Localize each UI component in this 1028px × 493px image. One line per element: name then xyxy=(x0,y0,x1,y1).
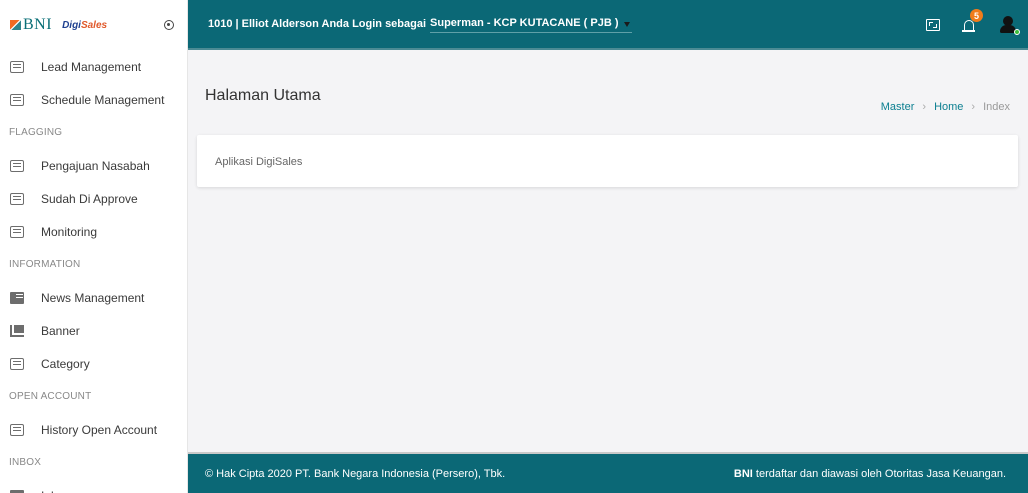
sidebar-item-news-management[interactable]: News Management xyxy=(0,281,187,314)
top-navbar: 1010 | Elliot Alderson Anda Login sebaga… xyxy=(188,0,1028,50)
sidebar-section-label: OPEN ACCOUNT xyxy=(9,391,92,402)
sidebar-item-banner[interactable]: Banner xyxy=(0,314,187,347)
sidebar-toggle-icon[interactable] xyxy=(164,20,174,30)
user-avatar[interactable] xyxy=(998,15,1020,35)
breadcrumb-master[interactable]: Master xyxy=(881,101,915,113)
digisales-logo-prefix: Digi xyxy=(62,19,81,31)
brand-header: BNI DigiSales xyxy=(0,0,187,50)
caret-down-icon xyxy=(624,21,631,27)
sidebar-item-pengajuan-nasabah[interactable]: Pengajuan Nasabah xyxy=(0,149,187,182)
inbox-icon xyxy=(10,489,24,493)
notification-badge: 5 xyxy=(970,9,983,22)
bell-icon xyxy=(962,20,975,32)
breadcrumb: Master › Home › Index xyxy=(881,101,1010,113)
sidebar-item-label: Banner xyxy=(41,323,80,338)
digisales-logo-suffix: Sales xyxy=(80,19,108,31)
content-card: Aplikasi DigiSales xyxy=(197,135,1018,187)
footer-notice-bni: BNI xyxy=(733,467,753,480)
doc-icon xyxy=(10,60,24,73)
sidebar-section-label: FLAGGING xyxy=(9,127,63,138)
page-header: Halaman Utama Master › Home › Index xyxy=(188,52,1028,132)
news-icon xyxy=(10,291,24,304)
navbar-actions: 5 xyxy=(926,0,1028,50)
sidebar-item-sudah-di-approve[interactable]: Sudah Di Approve xyxy=(0,182,187,215)
sidebar-item-label: News Management xyxy=(41,290,145,305)
doc-icon xyxy=(10,225,24,238)
footer-notice-text: terdaftar dan diawasi oleh Otoritas Jasa… xyxy=(752,467,1006,480)
fullscreen-icon[interactable] xyxy=(926,19,940,31)
doc-icon xyxy=(10,159,24,172)
sidebar-section-label: INBOX xyxy=(9,457,42,468)
sidebar-item-label: History Open Account xyxy=(41,422,158,437)
card-text: Aplikasi DigiSales xyxy=(215,156,303,168)
online-status-dot xyxy=(1014,29,1020,35)
bni-logo-text: BNI xyxy=(23,16,53,33)
sidebar-item-history-open-account[interactable]: History Open Account xyxy=(0,413,187,446)
sidebar-item-label: Lead Management xyxy=(41,59,142,74)
page-title: Halaman Utama xyxy=(205,87,321,104)
user-login-info: 1010 | Elliot Alderson Anda Login sebaga… xyxy=(208,18,427,30)
sidebar-item-monitoring[interactable]: Monitoring xyxy=(0,215,187,248)
sidebar-item-label: Inbox xyxy=(41,489,70,493)
sidebar-section-label: INFORMATION xyxy=(9,259,81,270)
digisales-logo: DigiSales xyxy=(62,20,107,31)
role-select[interactable]: Superman - KCP KUTACANE ( PJB ) xyxy=(430,15,633,33)
banner-icon xyxy=(10,324,24,337)
footer-copyright: © Hak Cipta 2020 PT. Bank Negara Indones… xyxy=(205,467,506,480)
bni-logo-icon xyxy=(10,19,21,31)
breadcrumb-separator-icon: › xyxy=(971,101,976,113)
footer: © Hak Cipta 2020 PT. Bank Negara Indones… xyxy=(188,452,1028,493)
sidebar-item-label: Schedule Management xyxy=(41,92,165,107)
sidebar-menu: Lead Management Schedule Management FLAGGI… xyxy=(0,50,187,493)
sidebar-item-lead-management[interactable]: Lead Management xyxy=(0,50,187,83)
doc-icon xyxy=(10,357,24,370)
sidebar-item-label: Sudah Di Approve xyxy=(41,191,138,206)
sidebar: BNI DigiSales Lead Management Schedule Ma… xyxy=(0,0,188,493)
footer-notice: BNI terdaftar dan diawasi oleh Otoritas … xyxy=(734,468,1006,480)
sidebar-item-label: Pengajuan Nasabah xyxy=(41,158,150,173)
breadcrumb-index: Index xyxy=(983,101,1010,113)
bni-logo[interactable]: BNI xyxy=(10,16,52,34)
sidebar-item-schedule-management[interactable]: Schedule Management xyxy=(0,83,187,116)
sidebar-item-inbox[interactable]: Inbox xyxy=(0,479,187,493)
doc-icon xyxy=(10,93,24,106)
sidebar-item-label: Category xyxy=(41,356,90,371)
sidebar-item-label: Monitoring xyxy=(41,224,98,239)
doc-icon xyxy=(10,423,24,436)
role-select-value: Superman - KCP KUTACANE ( PJB ) xyxy=(430,17,619,29)
sidebar-item-category[interactable]: Category xyxy=(0,347,187,380)
breadcrumb-home[interactable]: Home xyxy=(934,101,963,113)
notification-button[interactable]: 5 xyxy=(962,9,983,33)
breadcrumb-separator-icon: › xyxy=(922,101,927,113)
doc-icon xyxy=(10,192,24,205)
